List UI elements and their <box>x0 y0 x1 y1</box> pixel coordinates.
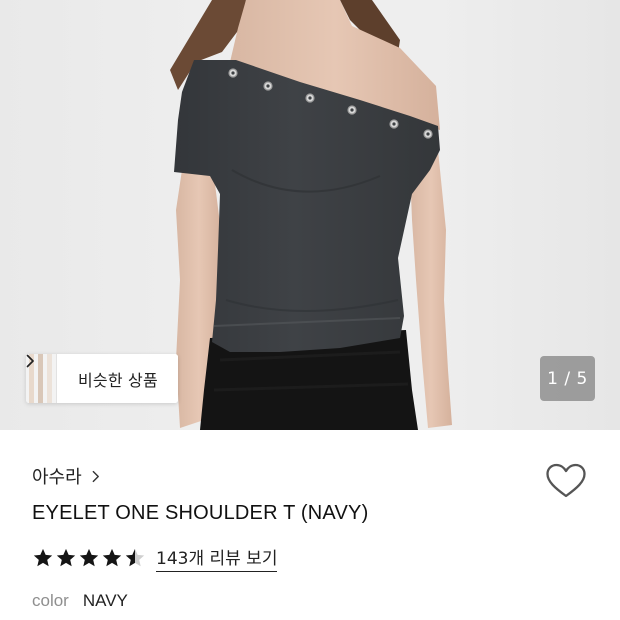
star-icon <box>33 548 53 567</box>
chevron-right-icon <box>92 470 99 482</box>
similar-products-button[interactable]: 비슷한 상품 <box>26 354 178 403</box>
product-image-gallery[interactable]: 비슷한 상품 1 / 5 <box>0 0 620 430</box>
reviews-link[interactable]: 143개 리뷰 보기 <box>156 544 278 572</box>
color-value: NAVY <box>82 591 128 610</box>
product-detail-page: 비슷한 상품 1 / 5 아수라 EYELET ONE SHOULDER T (… <box>0 0 620 620</box>
heart-outline-icon[interactable] <box>545 463 587 499</box>
image-counter: 1 / 5 <box>540 356 595 401</box>
rating-row: 143개 리뷰 보기 <box>32 544 278 572</box>
product-title: EYELET ONE SHOULDER T (NAVY) <box>32 502 369 524</box>
star-icon <box>79 548 99 567</box>
chevron-right-icon <box>26 354 34 368</box>
star-icon <box>56 548 76 567</box>
rating-stars <box>32 547 146 569</box>
color-option-row: color NAVY <box>32 591 128 611</box>
similar-products-label: 비슷한 상품 <box>78 370 158 390</box>
color-label: color <box>32 591 69 610</box>
brand-name: 아수라 <box>32 467 82 488</box>
similar-products-label-wrap: 비슷한 상품 <box>26 354 178 403</box>
star-half-icon <box>125 548 145 567</box>
brand-link[interactable]: 아수라 <box>32 463 100 489</box>
star-icon <box>102 548 122 567</box>
